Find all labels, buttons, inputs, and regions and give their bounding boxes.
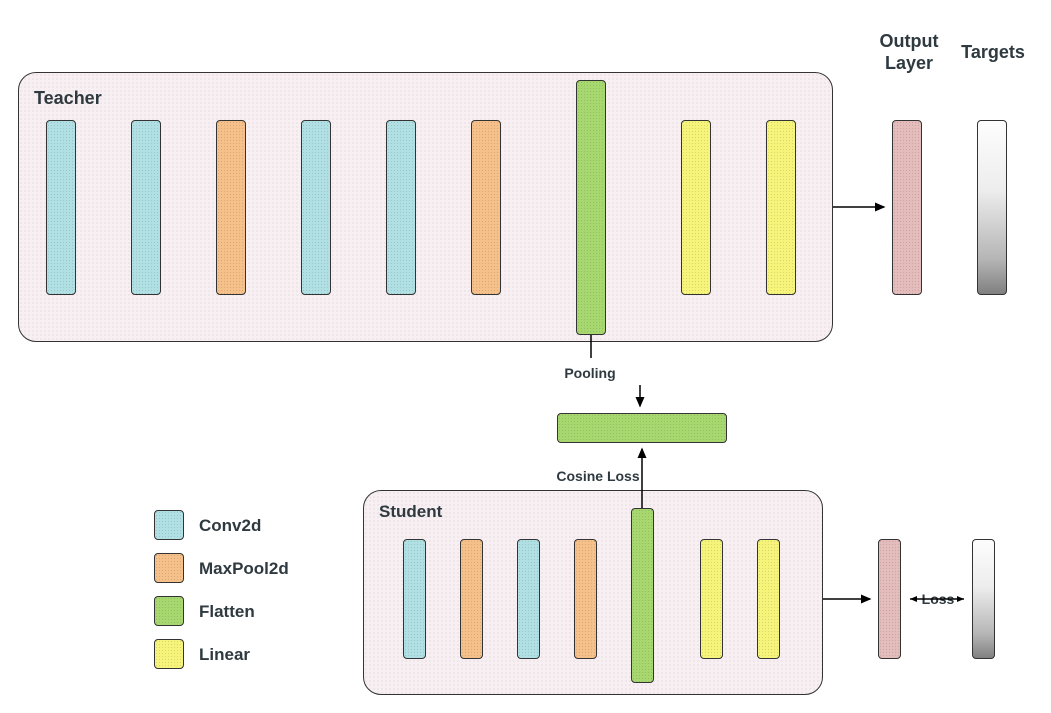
teacher-targets <box>977 120 1007 295</box>
teacher-label: Teacher <box>34 88 102 109</box>
legend-label-flatten: Flatten <box>199 602 255 622</box>
legend-label-conv2d: Conv2d <box>199 516 261 536</box>
teacher-conv-4 <box>386 120 416 295</box>
legend-swatch-linear <box>154 639 184 669</box>
legend-swatch-conv2d <box>154 510 184 540</box>
student-pool-2 <box>574 539 597 659</box>
teacher-linear-2 <box>766 120 796 295</box>
legend-label-linear: Linear <box>199 645 250 665</box>
teacher-pool-1 <box>216 120 246 295</box>
pooled-feature-block <box>557 413 727 443</box>
student-linear-1 <box>700 539 723 659</box>
student-flatten <box>631 508 654 683</box>
teacher-conv-2 <box>131 120 161 295</box>
student-targets <box>972 539 995 659</box>
output-layer-line1: Output <box>880 31 939 51</box>
teacher-conv-1 <box>46 120 76 295</box>
pooling-label: Pooling <box>555 365 625 381</box>
output-layer-heading: Output Layer <box>866 30 952 74</box>
student-conv-1 <box>403 539 426 659</box>
student-pool-1 <box>460 539 483 659</box>
teacher-output-layer <box>892 120 922 295</box>
teacher-conv-3 <box>301 120 331 295</box>
legend-label-maxpool2d: MaxPool2d <box>199 559 289 579</box>
targets-heading: Targets <box>950 42 1036 63</box>
legend-swatch-flatten <box>154 596 184 626</box>
teacher-linear-1 <box>681 120 711 295</box>
teacher-pool-2 <box>471 120 501 295</box>
output-layer-line2: Layer <box>885 53 933 73</box>
teacher-flatten <box>576 80 606 335</box>
loss-label: Loss <box>913 591 963 607</box>
legend-swatch-maxpool2d <box>154 553 184 583</box>
student-linear-2 <box>757 539 780 659</box>
cosine-loss-label: Cosine Loss <box>548 468 648 484</box>
student-output-layer <box>878 539 901 659</box>
student-conv-2 <box>517 539 540 659</box>
student-label: Student <box>379 502 442 522</box>
